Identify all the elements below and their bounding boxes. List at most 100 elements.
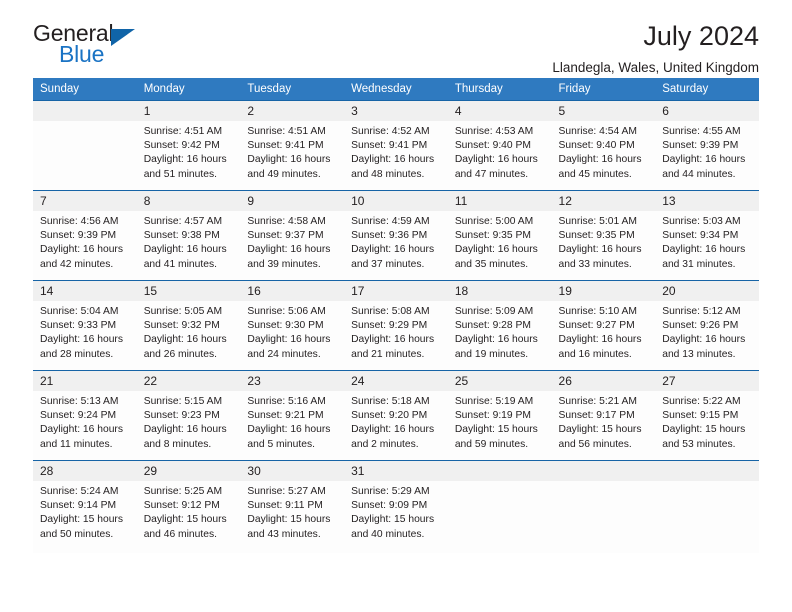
daylight-text-line1: Daylight: 16 hours	[454, 244, 538, 256]
sunset-text: Sunset: 9:39 PM	[662, 140, 739, 152]
sun-info: Sunrise: 4:58 AM Sunset: 9:37 PM Daylight:…	[240, 211, 344, 272]
sunset-text: Sunset: 9:42 PM	[143, 140, 220, 152]
calendar-day-cell[interactable]: 15 Sunrise: 5:05 AM Sunset: 9:32 PM Dayligh…	[136, 280, 241, 371]
sun-info: Sunrise: 4:53 AM Sunset: 9:40 PM Daylight:…	[448, 121, 552, 182]
calendar-day-cell[interactable]: 31 Sunrise: 5:29 AM Sunset: 9:09 PM Dayligh…	[344, 460, 448, 553]
daylight-text-line2: and 19 minutes.	[454, 348, 529, 360]
sunrise-text: Sunrise: 4:51 AM	[143, 126, 223, 137]
sunrise-text: Sunrise: 5:18 AM	[351, 396, 430, 407]
sun-info: Sunrise: 5:01 AM Sunset: 9:35 PM Daylight:…	[552, 211, 656, 272]
daylight-text-line1: Daylight: 16 hours	[662, 244, 746, 256]
calendar-week-row: 1 Sunrise: 4:51 AM Sunset: 9:42 PM Daylight…	[33, 100, 759, 191]
day-number	[655, 461, 759, 481]
sunrise-text: Sunrise: 5:29 AM	[351, 486, 430, 497]
sunset-text: Sunset: 9:20 PM	[351, 410, 428, 422]
sun-info: Sunrise: 5:09 AM Sunset: 9:28 PM Daylight:…	[448, 301, 552, 362]
day-number: 11	[447, 191, 552, 211]
calendar-day-cell[interactable]: 8 Sunrise: 4:57 AM Sunset: 9:38 PM Daylight…	[136, 190, 241, 281]
calendar-day-cell[interactable]: 21 Sunrise: 5:13 AM Sunset: 9:24 PM Dayligh…	[33, 370, 137, 461]
calendar-day-cell[interactable]: 20 Sunrise: 5:12 AM Sunset: 9:26 PM Dayligh…	[655, 280, 759, 371]
calendar-day-cell[interactable]: 1 Sunrise: 4:51 AM Sunset: 9:42 PM Daylight…	[136, 100, 241, 191]
calendar-day-cell[interactable]: 30 Sunrise: 5:27 AM Sunset: 9:11 PM Dayligh…	[240, 460, 345, 553]
calendar-day-cell[interactable]: 18 Sunrise: 5:09 AM Sunset: 9:28 PM Dayligh…	[447, 280, 552, 371]
daylight-text-line2: and 51 minutes.	[143, 168, 217, 180]
calendar-day-cell[interactable]: 25 Sunrise: 5:19 AM Sunset: 9:19 PM Dayligh…	[447, 370, 552, 461]
day-number: 12	[551, 191, 656, 211]
sunset-text: Sunset: 9:29 PM	[351, 320, 428, 332]
calendar-day-cell[interactable]: 6 Sunrise: 4:55 AM Sunset: 9:39 PM Daylight…	[655, 100, 759, 191]
daylight-text-line1: Daylight: 16 hours	[40, 334, 123, 346]
sunrise-text: Sunrise: 5:25 AM	[143, 486, 223, 497]
calendar-day-cell[interactable]: 10 Sunrise: 4:59 AM Sunset: 9:36 PM Dayligh…	[344, 190, 448, 281]
sun-info: Sunrise: 4:52 AM Sunset: 9:41 PM Daylight:…	[344, 121, 448, 182]
calendar-day-cell[interactable]: 11 Sunrise: 5:00 AM Sunset: 9:35 PM Dayligh…	[447, 190, 552, 281]
sun-info: Sunrise: 5:21 AM Sunset: 9:17 PM Daylight:…	[552, 391, 656, 452]
daylight-text-line2: and 26 minutes.	[143, 348, 217, 360]
daylight-text-line2: and 11 minutes.	[40, 438, 113, 450]
sunrise-text: Sunrise: 4:52 AM	[351, 126, 430, 137]
sunset-text: Sunset: 9:28 PM	[454, 320, 531, 332]
sun-info: Sunrise: 4:55 AM Sunset: 9:39 PM Daylight:…	[655, 121, 759, 182]
sunrise-text: Sunrise: 5:27 AM	[247, 486, 326, 497]
calendar-day-cell[interactable]: 13 Sunrise: 5:03 AM Sunset: 9:34 PM Dayligh…	[655, 190, 759, 281]
weekday-header-saturday: Saturday	[655, 78, 759, 101]
daylight-text-line1: Daylight: 16 hours	[247, 424, 331, 436]
calendar-day-cell[interactable]: 12 Sunrise: 5:01 AM Sunset: 9:35 PM Dayligh…	[551, 190, 656, 281]
sunset-text: Sunset: 9:35 PM	[454, 230, 531, 242]
sunrise-text: Sunrise: 5:08 AM	[351, 306, 430, 317]
calendar-day-cell[interactable]: 27 Sunrise: 5:22 AM Sunset: 9:15 PM Dayligh…	[655, 370, 759, 461]
sunrise-text: Sunrise: 5:09 AM	[454, 306, 534, 317]
sun-info: Sunrise: 5:13 AM Sunset: 9:24 PM Daylight:…	[33, 391, 137, 452]
daylight-text-line1: Daylight: 16 hours	[351, 154, 435, 166]
sunrise-text: Sunrise: 4:59 AM	[351, 216, 430, 227]
calendar-day-cell[interactable]: 28 Sunrise: 5:24 AM Sunset: 9:14 PM Dayligh…	[33, 460, 137, 553]
sunset-text: Sunset: 9:35 PM	[558, 230, 635, 242]
calendar-day-cell[interactable]: 16 Sunrise: 5:06 AM Sunset: 9:30 PM Dayligh…	[240, 280, 345, 371]
sunset-text: Sunset: 9:40 PM	[454, 140, 531, 152]
calendar-week-row: 7 Sunrise: 4:56 AM Sunset: 9:39 PM Daylight…	[33, 190, 759, 281]
calendar-week-row: 14 Sunrise: 5:04 AM Sunset: 9:33 PM Dayligh…	[33, 280, 759, 371]
sun-info: Sunrise: 5:27 AM Sunset: 9:11 PM Daylight:…	[240, 481, 344, 542]
daylight-text-line1: Daylight: 15 hours	[40, 514, 123, 526]
daylight-text-line1: Daylight: 16 hours	[662, 154, 746, 166]
calendar-day-cell[interactable]: 5 Sunrise: 4:54 AM Sunset: 9:40 PM Daylight…	[551, 100, 656, 191]
calendar-day-cell[interactable]: 9 Sunrise: 4:58 AM Sunset: 9:37 PM Daylight…	[240, 190, 345, 281]
calendar-day-cell[interactable]: 29 Sunrise: 5:25 AM Sunset: 9:12 PM Dayligh…	[136, 460, 241, 553]
sun-info: Sunrise: 5:06 AM Sunset: 9:30 PM Daylight:…	[240, 301, 344, 362]
day-number: 24	[344, 371, 448, 391]
sunset-text: Sunset: 9:33 PM	[40, 320, 117, 332]
calendar-day-cell[interactable]: 17 Sunrise: 5:08 AM Sunset: 9:29 PM Dayligh…	[344, 280, 448, 371]
sunset-text: Sunset: 9:36 PM	[351, 230, 428, 242]
calendar-day-cell[interactable]: 3 Sunrise: 4:52 AM Sunset: 9:41 PM Daylight…	[344, 100, 448, 191]
daylight-text-line2: and 24 minutes.	[247, 348, 321, 360]
calendar-day-cell[interactable]: 19 Sunrise: 5:10 AM Sunset: 9:27 PM Dayligh…	[551, 280, 656, 371]
daylight-text-line2: and 46 minutes.	[143, 528, 217, 540]
sunset-text: Sunset: 9:34 PM	[662, 230, 739, 242]
calendar-day-cell[interactable]: 22 Sunrise: 5:15 AM Sunset: 9:23 PM Dayligh…	[136, 370, 241, 461]
sunrise-text: Sunrise: 5:19 AM	[454, 396, 534, 407]
day-number: 1	[136, 101, 241, 121]
sunrise-text: Sunrise: 5:13 AM	[40, 396, 119, 407]
daylight-text-line1: Daylight: 15 hours	[143, 514, 227, 526]
day-number: 23	[240, 371, 345, 391]
calendar-day-cell[interactable]: 26 Sunrise: 5:21 AM Sunset: 9:17 PM Dayligh…	[551, 370, 656, 461]
sunrise-text: Sunrise: 4:58 AM	[247, 216, 326, 227]
daylight-text-line1: Daylight: 15 hours	[558, 424, 642, 436]
calendar-day-cell[interactable]: 14 Sunrise: 5:04 AM Sunset: 9:33 PM Dayligh…	[33, 280, 137, 371]
sunset-text: Sunset: 9:24 PM	[40, 410, 117, 422]
sun-info: Sunrise: 5:22 AM Sunset: 9:15 PM Daylight:…	[655, 391, 759, 452]
daylight-text-line1: Daylight: 16 hours	[247, 244, 331, 256]
sun-info: Sunrise: 5:25 AM Sunset: 9:12 PM Daylight:…	[137, 481, 241, 542]
calendar-day-cell[interactable]: 24 Sunrise: 5:18 AM Sunset: 9:20 PM Dayligh…	[344, 370, 448, 461]
weekday-header-thursday: Thursday	[447, 78, 552, 101]
calendar-day-cell[interactable]: 23 Sunrise: 5:16 AM Sunset: 9:21 PM Dayligh…	[240, 370, 345, 461]
daylight-text-line2: and 13 minutes.	[662, 348, 736, 360]
calendar-day-cell[interactable]: 4 Sunrise: 4:53 AM Sunset: 9:40 PM Daylight…	[447, 100, 552, 191]
day-number	[447, 461, 552, 481]
sun-info: Sunrise: 4:54 AM Sunset: 9:40 PM Daylight:…	[552, 121, 656, 182]
calendar-day-cell[interactable]: 7 Sunrise: 4:56 AM Sunset: 9:39 PM Daylight…	[33, 190, 137, 281]
daylight-text-line1: Daylight: 16 hours	[143, 154, 227, 166]
daylight-text-line1: Daylight: 15 hours	[662, 424, 746, 436]
daylight-text-line1: Daylight: 16 hours	[351, 244, 435, 256]
calendar-day-cell[interactable]: 2 Sunrise: 4:51 AM Sunset: 9:41 PM Daylight…	[240, 100, 345, 191]
